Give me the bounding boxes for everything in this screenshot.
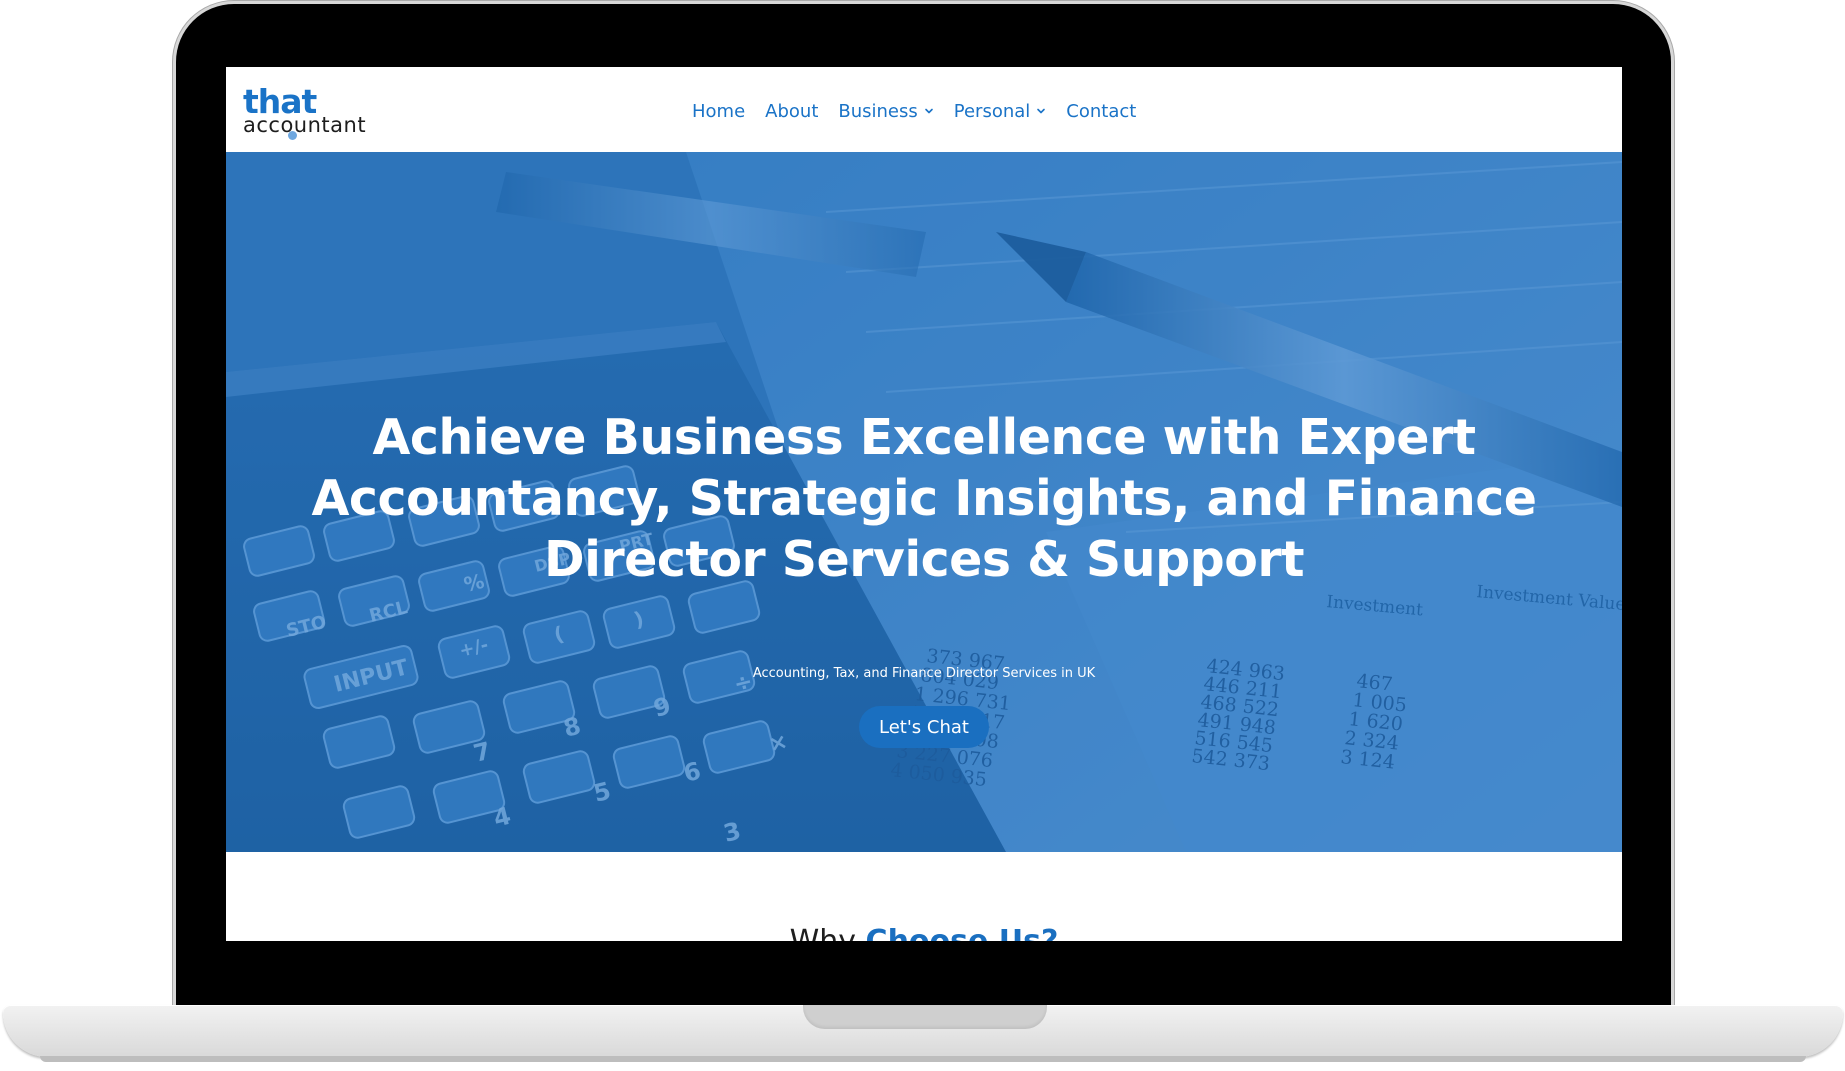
hero-heading: Achieve Business Excellence with Expert … [246, 407, 1602, 590]
site-logo[interactable]: that accountant [243, 85, 393, 140]
site-header: that accountant Home About Business Pers… [226, 67, 1622, 152]
nav-item-business[interactable]: Business [838, 101, 933, 122]
why-choose-us-heading-part1: Why [790, 924, 866, 942]
hero-section: STO RCL % DSP PRT INPUT +/- ( ) 7 8 9 ÷ … [226, 152, 1622, 852]
nav-item-label: Personal [953, 100, 1031, 122]
logo-dot-icon [288, 131, 297, 140]
logo-text-accountant: accountant [243, 113, 367, 137]
lets-chat-button[interactable]: Let's Chat [859, 706, 989, 748]
chevron-down-icon [924, 108, 933, 114]
laptop-base-shadow [40, 1056, 1806, 1062]
hero-heading-line-2: Accountancy, Strategic Insights, and Fin… [311, 470, 1537, 527]
hero-heading-line-1: Achieve Business Excellence with Expert [372, 409, 1476, 466]
why-choose-us-heading: Why Choose Us? [226, 924, 1622, 942]
main-navigation: Home About Business Personal Contact [692, 97, 1156, 125]
chevron-down-icon [1037, 108, 1046, 114]
nav-item-about[interactable]: About [765, 101, 818, 122]
why-choose-us-heading-part2: Choose Us? [866, 924, 1059, 942]
nav-item-personal[interactable]: Personal [954, 101, 1047, 122]
nav-item-label: Contact [1066, 100, 1137, 122]
hero-heading-line-3: Director Services & Support [543, 531, 1305, 588]
laptop-notch [803, 1005, 1047, 1029]
nav-item-contact[interactable]: Contact [1066, 101, 1136, 122]
hero-subtitle: Accounting, Tax, and Finance Director Se… [752, 666, 1096, 681]
nav-item-home[interactable]: Home [692, 101, 745, 122]
nav-item-label: Business [838, 100, 918, 122]
laptop-mockup: that accountant Home About Business Pers… [0, 0, 1845, 1071]
nav-item-label: About [765, 100, 819, 122]
website-screen: that accountant Home About Business Pers… [226, 67, 1622, 941]
nav-item-label: Home [692, 100, 746, 122]
